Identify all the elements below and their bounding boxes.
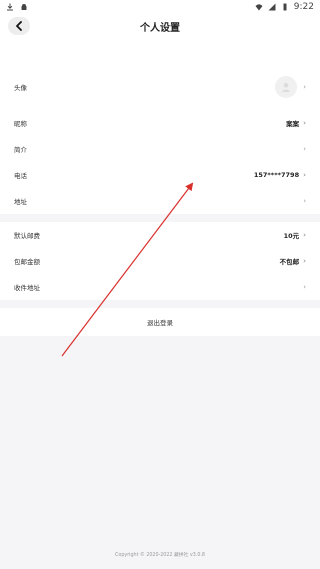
phone-value: 157****7798	[253, 171, 300, 179]
default-postage-value-wrap: 10元 ›	[284, 230, 306, 240]
default-postage-label: 默认邮费	[14, 232, 40, 240]
page-header: 个人设置	[0, 14, 320, 38]
signal-icon	[268, 3, 276, 11]
free-shipping-label: 包邮金额	[14, 258, 40, 266]
free-shipping-row[interactable]: 包邮金额 不包邮 ›	[0, 248, 320, 274]
copyright-text: Copyright © 2020-2022 藏拼社 v3.0.8	[115, 553, 205, 558]
avatar-value: ›	[275, 76, 306, 98]
shipping-group: 默认邮费 10元 › 包邮金额 不包邮 › 收件地址 ›	[0, 222, 320, 300]
chevron-right-icon: ›	[303, 144, 306, 153]
nickname-row[interactable]: 昵称 案案 ›	[0, 110, 320, 136]
chevron-right-icon: ›	[303, 170, 306, 179]
settings-page: 9:22 个人设置 头像 › 昵称 案案 › 简介 › 电话 157****77…	[0, 0, 320, 569]
free-shipping-value: 不包邮	[279, 258, 300, 266]
default-postage-value: 10元	[283, 232, 300, 240]
chevron-right-icon: ›	[303, 118, 306, 127]
phone-value-wrap: 157****7798 ›	[254, 171, 306, 179]
chevron-right-icon: ›	[303, 256, 306, 265]
receive-address-label: 收件地址	[14, 284, 40, 292]
page-title: 个人设置	[140, 22, 180, 34]
chevron-right-icon: ›	[303, 282, 306, 291]
battery-icon	[283, 3, 287, 11]
avatar-label: 头像	[14, 84, 27, 92]
address-row[interactable]: 地址 ›	[0, 188, 320, 214]
back-button[interactable]	[8, 17, 30, 35]
status-bar: 9:22	[0, 0, 320, 14]
status-right: 9:22	[255, 2, 314, 12]
nickname-label: 昵称	[14, 120, 27, 128]
avatar-row[interactable]: 头像 ›	[0, 64, 320, 110]
nickname-value: 案案	[286, 120, 300, 128]
nickname-value-wrap: 案案 ›	[286, 118, 306, 128]
receive-address-value-wrap: ›	[303, 282, 306, 291]
phone-label: 电话	[14, 172, 27, 180]
section-divider	[0, 214, 320, 222]
phone-row[interactable]: 电话 157****7798 ›	[0, 162, 320, 188]
status-left	[6, 3, 28, 11]
avatar[interactable]	[275, 76, 298, 98]
chevron-right-icon: ›	[303, 196, 306, 205]
android-icon	[21, 4, 27, 10]
user-placeholder-icon	[281, 83, 291, 92]
logout-button[interactable]: 退出登录	[0, 308, 320, 336]
profile-group: 头像 › 昵称 案案 › 简介 › 电话 157****7798 › 地址 ›	[0, 38, 320, 214]
chevron-left-icon	[16, 21, 22, 31]
wifi-icon	[255, 4, 263, 11]
address-value-wrap: ›	[303, 196, 306, 205]
status-time: 9:22	[293, 2, 314, 12]
chevron-right-icon: ›	[303, 230, 306, 239]
download-icon	[7, 3, 13, 11]
receive-address-row[interactable]: 收件地址 ›	[0, 274, 320, 300]
free-shipping-value-wrap: 不包邮 ›	[280, 256, 306, 266]
chevron-right-icon: ›	[303, 82, 306, 91]
intro-row[interactable]: 简介 ›	[0, 136, 320, 162]
intro-label: 简介	[14, 146, 27, 154]
default-postage-row[interactable]: 默认邮费 10元 ›	[0, 222, 320, 248]
group-spacer	[0, 38, 320, 64]
intro-value-wrap: ›	[303, 144, 306, 153]
address-label: 地址	[14, 198, 27, 206]
section-divider	[0, 300, 320, 308]
